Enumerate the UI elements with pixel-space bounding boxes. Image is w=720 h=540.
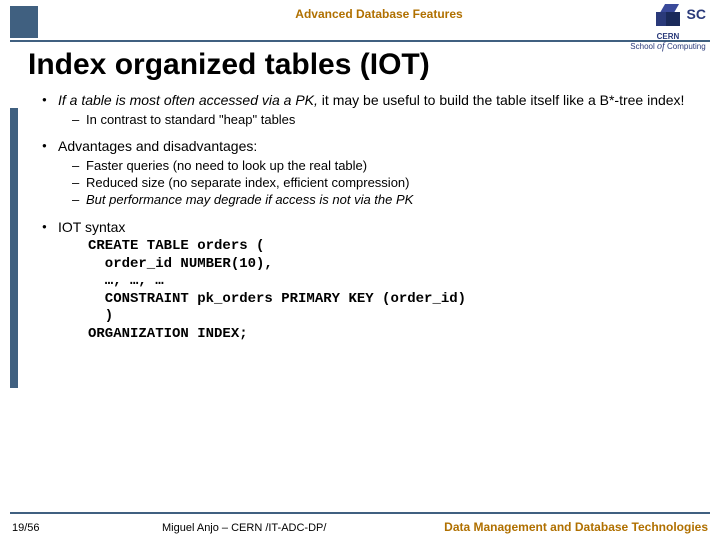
bullet-3: IOT syntax CREATE TABLE orders ( order_i…: [58, 219, 700, 344]
bullet-2-sub-2: Reduced size (no separate index, efficie…: [86, 175, 700, 192]
school-logo: SC CERN School of Computing: [628, 4, 708, 52]
left-accent-bar: [10, 108, 18, 388]
slide-title: Index organized tables (IOT): [28, 48, 710, 82]
header-block-icon: [10, 6, 38, 38]
bullet-1-lead: If a table is most often accessed via a …: [58, 92, 318, 108]
code-block: CREATE TABLE orders ( order_id NUMBER(10…: [88, 238, 700, 343]
logo-sc-letters: SC: [687, 6, 706, 22]
bullet-2-sub-1: Faster queries (no need to look up the r…: [86, 158, 700, 175]
slide-content: If a table is most often accessed via a …: [40, 92, 700, 343]
footer-divider: [10, 512, 710, 514]
logo-org: CERN: [628, 32, 708, 41]
bullet-2: Advantages and disadvantages: Faster que…: [58, 138, 700, 208]
cube-icon: [656, 4, 680, 28]
bullet-2-head: Advantages and disadvantages:: [58, 138, 257, 154]
bullet-1: If a table is most often accessed via a …: [58, 92, 700, 128]
bullet-3-head: IOT syntax: [58, 219, 125, 235]
header-divider: [10, 40, 710, 42]
slide-footer: 19/56 Miguel Anjo – CERN /IT-ADC-DP/ Dat…: [0, 520, 720, 534]
slide-header: Advanced Database Features: [0, 0, 720, 40]
logo-tagline: School of Computing: [628, 41, 708, 52]
bullet-2-sub-3: But performance may degrade if access is…: [86, 192, 700, 209]
bullet-1-rest: it may be useful to build the table itse…: [318, 92, 685, 108]
footer-author: Miguel Anjo – CERN /IT-ADC-DP/: [72, 522, 444, 534]
page-number: 19/56: [12, 522, 72, 534]
bullet-1-sub-1: In contrast to standard "heap" tables: [86, 112, 700, 129]
footer-course: Data Management and Database Technologie…: [444, 520, 708, 534]
header-topic: Advanced Database Features: [38, 6, 720, 21]
